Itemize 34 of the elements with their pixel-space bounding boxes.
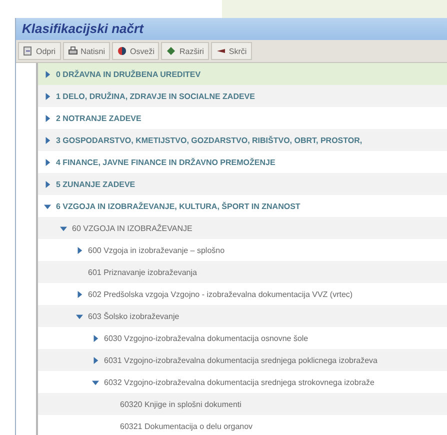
collapsed-arrow-icon[interactable]	[44, 136, 51, 144]
tree-item[interactable]: 601 Priznavanje izobraževanja	[38, 261, 447, 283]
door-icon	[23, 46, 33, 56]
collapsed-arrow-icon[interactable]	[44, 92, 51, 100]
toolbar-button[interactable]: Skrči	[210, 42, 252, 60]
collapsed-arrow-icon[interactable]	[44, 114, 51, 122]
tree-item[interactable]: 1 DELO, DRUŽINA, ZDRAVJE IN SOCIALNE ZADEVE	[38, 85, 447, 107]
tree-item[interactable]: 60320 Knjige in splošni dokumenti	[38, 393, 447, 415]
tree-item[interactable]: 6031 Vzgojno-izobraževalna dokumentacija srednjega poklicnega izobraževa	[38, 349, 447, 371]
tree-item[interactable]: 603 Šolsko izobraževanje	[38, 305, 447, 327]
expanded-arrow-icon[interactable]	[92, 378, 99, 386]
refresh-icon	[117, 46, 128, 56]
collapsed-arrow-icon[interactable]	[76, 290, 83, 298]
collapsed-arrow-icon[interactable]	[44, 180, 51, 188]
expanded-arrow-icon[interactable]	[76, 312, 83, 320]
arrow-icon	[216, 46, 226, 56]
tree-item[interactable]: 5 ZUNANJE ZADEVE	[38, 173, 447, 195]
printer-icon	[68, 46, 78, 56]
window-title: Klasifikacijski načrt	[16, 18, 447, 40]
toolbar-button[interactable]: Razširi	[161, 42, 209, 60]
tree-item[interactable]: 3 GOSPODARSTVO, KMETIJSTVO, GOZDARSTVO, RIBIŠTVO, OBRT, PROSTOR,	[38, 129, 447, 151]
toolbar-button[interactable]: Odpri	[18, 42, 61, 60]
collapsed-arrow-icon[interactable]	[92, 356, 99, 364]
collapsed-arrow-icon[interactable]	[44, 70, 51, 78]
collapsed-arrow-icon[interactable]	[92, 334, 99, 342]
expanded-arrow-icon[interactable]	[44, 202, 51, 210]
collapsed-arrow-icon[interactable]	[76, 246, 83, 254]
tree-item[interactable]: 0 DRŽAVNA IN DRUŽBENA UREDITEV	[38, 63, 447, 85]
diamond-icon	[166, 46, 176, 56]
expanded-arrow-icon[interactable]	[60, 224, 67, 232]
toolbar-button[interactable]: Natisni	[62, 42, 110, 60]
tree-item[interactable]: 60 VZGOJA IN IZOBRAŽEVANJE	[38, 217, 447, 239]
collapsed-arrow-icon[interactable]	[44, 158, 51, 166]
toolbar-button[interactable]: Osveži	[112, 42, 160, 60]
